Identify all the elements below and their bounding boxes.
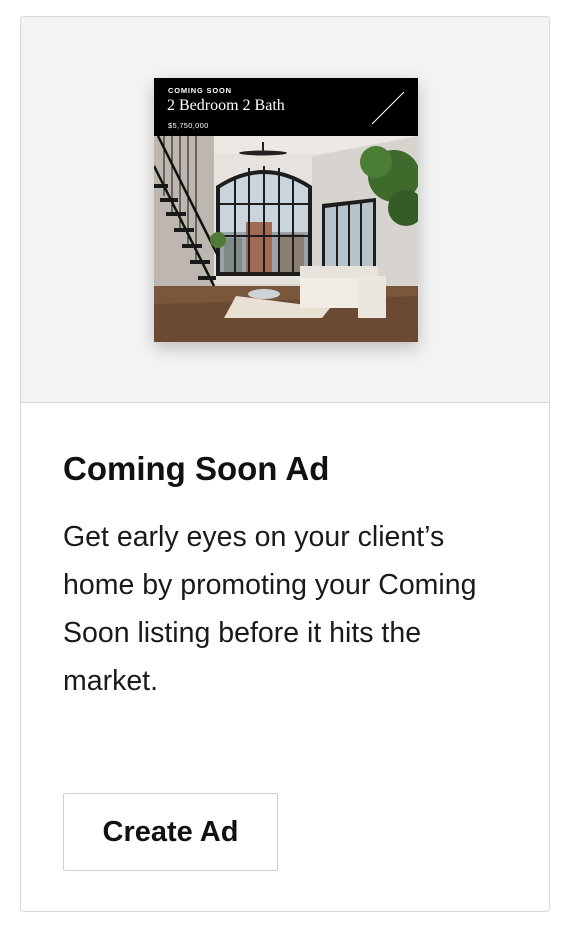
- ad-preview-header: COMING SOON 2 Bedroom 2 Bath $5,750,000: [154, 78, 418, 136]
- card-title: Coming Soon Ad: [63, 450, 330, 487]
- ad-preview-tag: COMING SOON: [168, 86, 232, 95]
- diagonal-slash-icon: [371, 91, 405, 125]
- loft-interior-photo: [154, 136, 418, 342]
- card-description: Get early eyes on your client’s home by …: [63, 521, 477, 697]
- create-ad-button[interactable]: Create Ad: [63, 793, 278, 871]
- ad-preview-price: $5,750,000: [168, 121, 209, 130]
- ad-preview-image: COMING SOON 2 Bedroom 2 Bath $5,750,000: [154, 78, 418, 342]
- ad-preview-area: COMING SOON 2 Bedroom 2 Bath $5,750,000: [21, 17, 549, 403]
- ad-template-card: COMING SOON 2 Bedroom 2 Bath $5,750,000: [20, 16, 550, 912]
- ad-preview-headline: 2 Bedroom 2 Bath: [167, 97, 285, 114]
